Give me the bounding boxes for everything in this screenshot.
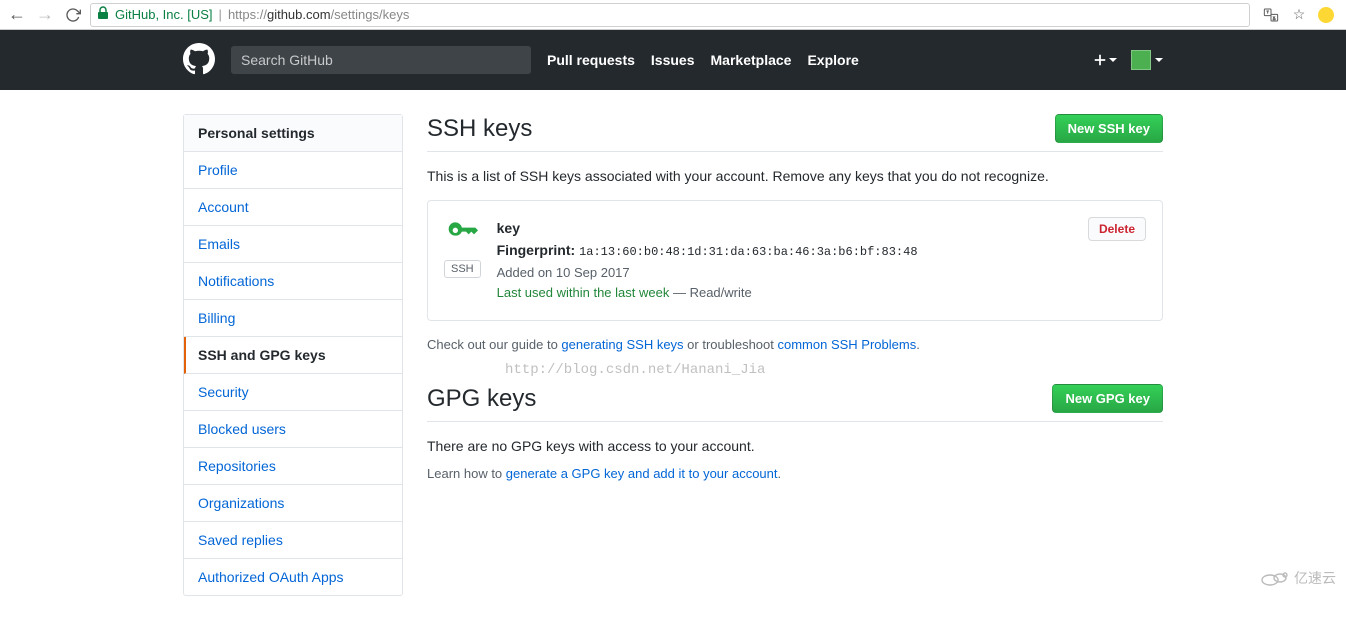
corner-logo: 亿速云 — [1260, 568, 1336, 588]
lock-icon — [97, 6, 109, 23]
nav-explore[interactable]: Explore — [807, 52, 858, 68]
generating-ssh-keys-link[interactable]: generating SSH keys — [561, 337, 683, 352]
extension-icon[interactable] — [1318, 7, 1334, 23]
ssh-description: This is a list of SSH keys associated wi… — [427, 168, 1163, 184]
delete-key-button[interactable]: Delete — [1088, 217, 1146, 241]
caret-down-icon — [1109, 58, 1117, 62]
common-ssh-problems-link[interactable]: common SSH Problems — [778, 337, 917, 352]
sidebar-item-ssh-gpg-keys[interactable]: SSH and GPG keys — [184, 337, 402, 374]
ev-certificate-label: GitHub, Inc. [US] — [115, 7, 213, 22]
key-icon — [446, 217, 478, 252]
sidebar-item-organizations[interactable]: Organizations — [184, 485, 402, 522]
gpg-heading: GPG keys — [427, 385, 536, 413]
sidebar-item-authorized-oauth-apps[interactable]: Authorized OAuth Apps — [184, 559, 402, 595]
sidebar-item-repositories[interactable]: Repositories — [184, 448, 402, 485]
fingerprint-value: 1a:13:60:b0:48:1d:31:da:63:ba:46:3a:b6:b… — [579, 245, 917, 259]
key-last-used: Last used within the last week — [497, 285, 670, 300]
sidebar-item-blocked-users[interactable]: Blocked users — [184, 411, 402, 448]
ssh-guide-note: Check out our guide to generating SSH ke… — [427, 337, 1163, 352]
reload-button[interactable] — [62, 4, 84, 26]
user-menu[interactable] — [1131, 50, 1163, 70]
settings-sidebar: Personal settings Profile Account Emails… — [183, 114, 403, 596]
sidebar-item-security[interactable]: Security — [184, 374, 402, 411]
browser-toolbar: ← → GitHub, Inc. [US] | https://github.c… — [0, 0, 1346, 30]
gpg-empty-message: There are no GPG keys with access to you… — [427, 438, 1163, 454]
nav-pull-requests[interactable]: Pull requests — [547, 52, 635, 68]
translate-icon[interactable] — [1262, 6, 1280, 24]
sidebar-item-account[interactable]: Account — [184, 189, 402, 226]
search-input[interactable] — [231, 46, 531, 74]
new-gpg-key-button[interactable]: New GPG key — [1052, 384, 1163, 413]
ssh-badge: SSH — [444, 260, 481, 278]
forward-button[interactable]: → — [34, 4, 56, 26]
gpg-learn-note: Learn how to generate a GPG key and add … — [427, 466, 1163, 481]
key-access-level: Read/write — [690, 285, 752, 300]
caret-down-icon — [1155, 58, 1163, 62]
sidebar-item-billing[interactable]: Billing — [184, 300, 402, 337]
github-header: Pull requests Issues Marketplace Explore — [0, 30, 1346, 90]
sidebar-item-emails[interactable]: Emails — [184, 226, 402, 263]
header-nav: Pull requests Issues Marketplace Explore — [547, 52, 859, 68]
address-bar[interactable]: GitHub, Inc. [US] | https://github.com/s… — [90, 3, 1250, 27]
sidebar-item-notifications[interactable]: Notifications — [184, 263, 402, 300]
create-new-dropdown[interactable] — [1093, 53, 1117, 67]
nav-marketplace[interactable]: Marketplace — [711, 52, 792, 68]
new-ssh-key-button[interactable]: New SSH key — [1055, 114, 1163, 143]
key-added-date: Added on 10 Sep 2017 — [497, 263, 1072, 284]
bookmark-star-icon[interactable]: ☆ — [1290, 6, 1308, 24]
back-button[interactable]: ← — [6, 4, 28, 26]
generate-gpg-key-link[interactable]: generate a GPG key and add it to your ac… — [506, 466, 778, 481]
ssh-key-item: SSH key Fingerprint: 1a:13:60:b0:48:1d:3… — [427, 200, 1163, 321]
key-title: key — [497, 217, 1072, 239]
sidebar-item-profile[interactable]: Profile — [184, 152, 402, 189]
ssh-heading: SSH keys — [427, 115, 532, 143]
nav-issues[interactable]: Issues — [651, 52, 695, 68]
avatar — [1131, 50, 1151, 70]
github-logo-icon[interactable] — [183, 43, 215, 78]
sidebar-item-saved-replies[interactable]: Saved replies — [184, 522, 402, 559]
sidebar-heading: Personal settings — [184, 115, 402, 152]
fingerprint-label: Fingerprint: — [497, 242, 576, 258]
